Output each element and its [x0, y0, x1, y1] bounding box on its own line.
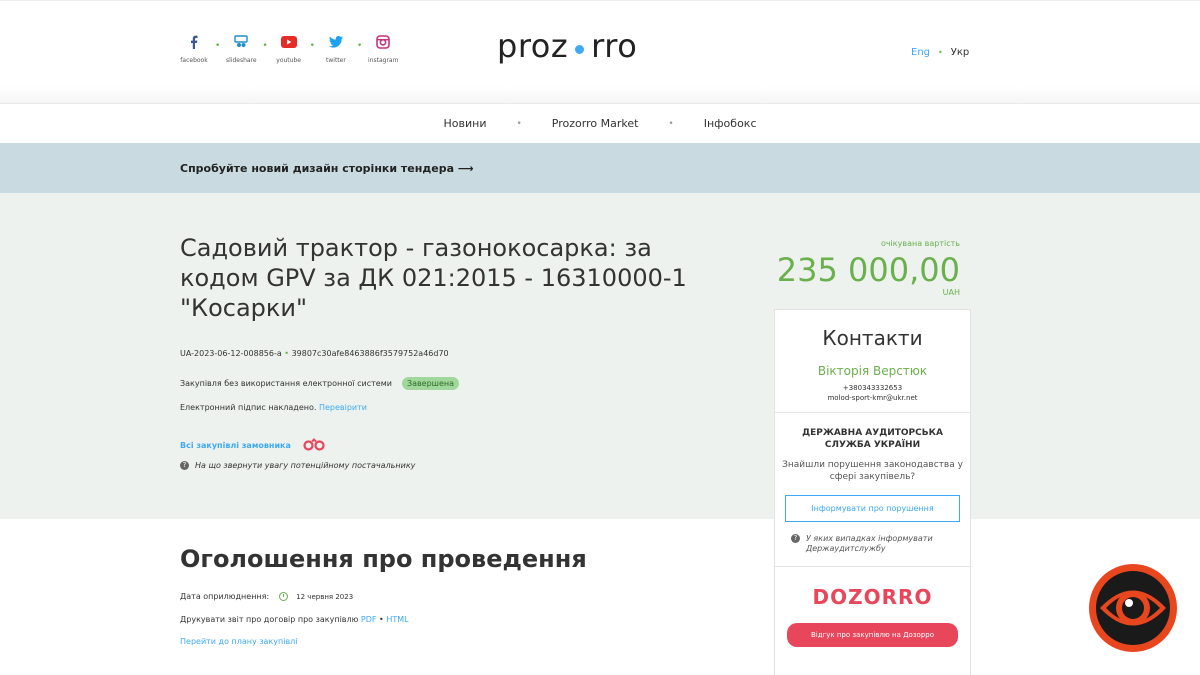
- contacts-card: Контакти Вікторія Верстюк +380343332653 …: [774, 309, 971, 675]
- status-badge: Завершена: [401, 377, 460, 390]
- tender-id: UA-2023-06-12-008856-a: [180, 349, 282, 358]
- nav-item-news[interactable]: Новини: [444, 117, 487, 130]
- twitter-icon: [328, 33, 343, 51]
- facebook-link[interactable]: facebook: [175, 33, 213, 64]
- divider: [775, 566, 970, 567]
- report-pdf-link[interactable]: PDF: [361, 615, 377, 624]
- procurement-plan-link[interactable]: Перейти до плану закупівлі: [180, 637, 298, 646]
- tender-id-separator: •: [284, 349, 290, 358]
- social-separator: •: [309, 41, 315, 51]
- eye-logo-icon: [1088, 563, 1178, 653]
- report-note[interactable]: ? У яких випадках інформувати Держаудитс…: [791, 534, 970, 554]
- contact-phone: +380343332653: [842, 384, 903, 392]
- facebook-icon: [189, 33, 199, 51]
- publication-date: 12 червня 2023: [296, 592, 354, 601]
- tender-id-line: UA-2023-06-12-008856-a • 39807c30afe8463…: [180, 349, 449, 358]
- publication-date-line: Дата оприлюднення: 12 червня 2023: [180, 592, 353, 601]
- lang-uk-link[interactable]: Укр: [951, 47, 969, 58]
- logo-dot-icon: [575, 44, 585, 54]
- header-shadow: [0, 86, 1200, 103]
- social-links: facebook • slideshare • youtube • twitte…: [175, 33, 402, 64]
- nav-separator: •: [516, 118, 522, 129]
- tender-summary: Садовий трактор - газонокосарка: за кодо…: [0, 193, 1200, 519]
- page: facebook • slideshare • youtube • twitte…: [0, 0, 1200, 675]
- announcement-title: Оголошення про проведення: [180, 545, 587, 573]
- clock-icon: [279, 592, 289, 601]
- procurement-mode: Закупівля без використання електронної с…: [180, 379, 392, 388]
- all-procurements-link[interactable]: Всі закупівлі замовника: [180, 441, 291, 450]
- verify-signature-link[interactable]: Перевірити: [319, 403, 367, 412]
- question-icon: ?: [180, 461, 189, 470]
- logo-text-right: rro: [591, 27, 638, 65]
- question-icon: ?: [791, 534, 800, 543]
- price-currency: UAH: [942, 288, 960, 297]
- signature-line: Електронний підпис накладено. Перевірити: [180, 403, 367, 412]
- social-separator: •: [215, 41, 221, 51]
- all-procurements-row: Всі закупівлі замовника: [180, 437, 325, 453]
- slideshare-icon: [234, 33, 249, 51]
- prozorro-logo[interactable]: proz rro: [497, 27, 637, 65]
- tender-hash: 39807c30afe8463886f3579752a46d70: [291, 349, 449, 358]
- logo-text-left: proz: [497, 27, 569, 65]
- expected-price: очікувана вартість 235 000,00 UAH: [777, 239, 960, 297]
- youtube-label: youtube: [276, 57, 301, 64]
- report-html-link[interactable]: HTML: [386, 615, 408, 624]
- nav-item-market[interactable]: Prozorro Market: [552, 117, 639, 130]
- social-separator: •: [356, 41, 363, 51]
- instagram-icon: [376, 33, 391, 51]
- price-value: 235 000,00: [776, 251, 960, 289]
- contact-email: molod-sport-kmr@ukr.net: [827, 394, 918, 402]
- binoculars-icon[interactable]: [303, 437, 325, 453]
- contacts-title: Контакти: [822, 326, 923, 350]
- report-separator: •: [379, 615, 384, 624]
- lang-separator: •: [938, 48, 943, 57]
- instagram-label: instagram: [368, 57, 399, 64]
- language-switcher: Eng • Укр: [911, 47, 969, 58]
- supplier-hint-text: На що звернути увагу потенційному постач…: [195, 461, 416, 470]
- violation-question: Знайшли порушення законодавства у сфері …: [782, 460, 963, 482]
- instagram-link[interactable]: instagram: [364, 33, 402, 64]
- main-nav: Новини • Prozorro Market • Інфобокс: [0, 103, 1200, 143]
- tender-title: Садовий трактор - газонокосарка: за кодо…: [180, 234, 687, 322]
- new-design-banner: Спробуйте новий дизайн сторінки тендера …: [0, 143, 1200, 193]
- facebook-label: facebook: [180, 57, 208, 64]
- price-label: очікувана вартість: [880, 239, 960, 248]
- supplier-hint[interactable]: ? На що звернути увагу потенційному пост…: [180, 461, 415, 470]
- contact-name: Вікторія Верстюк: [817, 364, 928, 378]
- slideshare-link[interactable]: slideshare: [222, 33, 260, 64]
- youtube-icon: [280, 33, 297, 51]
- audit-service-name: ДЕРЖАВНА АУДИТОРСЬКА СЛУЖБА УКРАЇНИ: [802, 428, 943, 450]
- print-report-text: Друкувати звіт про договір про закупівлю: [180, 615, 359, 624]
- twitter-link[interactable]: twitter: [317, 33, 355, 64]
- report-violation-button[interactable]: Інформувати про порушення: [785, 495, 960, 522]
- lang-en-link[interactable]: Eng: [911, 47, 930, 58]
- print-report-line: Друкувати звіт про договір про закупівлю…: [180, 615, 409, 624]
- dozorro-review-button[interactable]: Відгук про закупівлю на Дозорро: [787, 623, 958, 647]
- dozorro-logo: DOZORRO: [812, 585, 933, 609]
- divider: [775, 412, 970, 413]
- publication-label: Дата оприлюднення:: [180, 592, 270, 601]
- procurement-mode-line: Закупівля без використання електронної с…: [180, 377, 460, 390]
- youtube-link[interactable]: youtube: [270, 33, 308, 64]
- nav-item-infobox[interactable]: Інфобокс: [704, 117, 757, 130]
- slideshare-label: slideshare: [226, 57, 257, 64]
- twitter-label: twitter: [326, 57, 346, 64]
- nav-separator: •: [668, 118, 674, 129]
- signature-text: Електронний підпис накладено.: [180, 403, 317, 412]
- report-note-text: У яких випадках інформувати Держаудитслу…: [806, 534, 933, 553]
- social-separator: •: [262, 41, 268, 51]
- new-design-link[interactable]: Спробуйте новий дизайн сторінки тендера …: [180, 162, 474, 175]
